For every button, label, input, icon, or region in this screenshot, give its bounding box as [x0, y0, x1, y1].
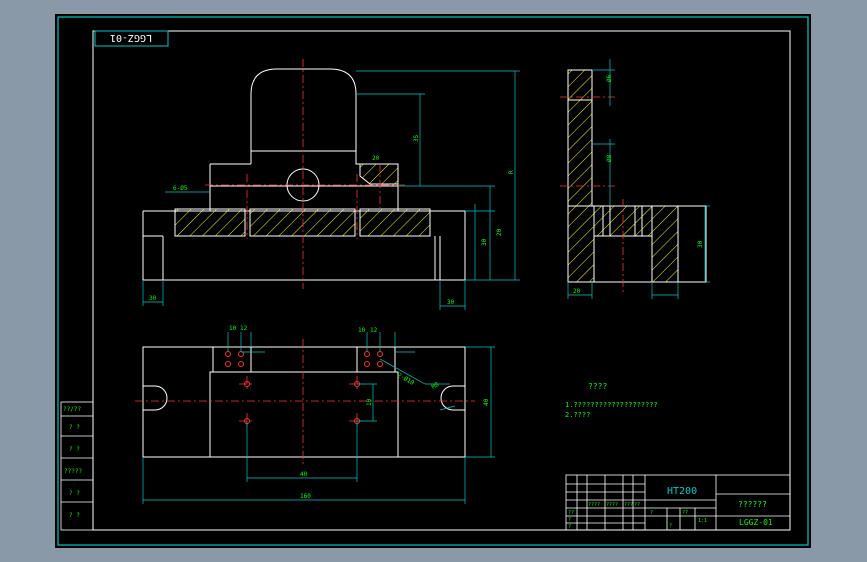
top-dim-160: 160 — [300, 493, 311, 500]
tb-cell-9: 1:1 — [698, 518, 707, 524]
tb-cell-5: ?? — [568, 510, 574, 516]
notes-line-2: 2.???? — [565, 411, 590, 419]
tb-cell-4: ?? — [634, 502, 640, 508]
top-dim-12b: 12 — [370, 327, 378, 334]
strip-label-6: ? ? — [69, 512, 80, 519]
dim-label-r: R — [508, 170, 515, 174]
sheet-border — [57, 16, 809, 546]
front-outline — [142, 68, 466, 281]
tb-cell-10: ?? — [682, 510, 688, 516]
top-dim-40a: 40 — [300, 471, 308, 478]
top-dim-40b: 40 — [483, 398, 490, 406]
top-dim-10c: 10 — [366, 398, 373, 406]
tb-cell-2: ???? — [606, 502, 618, 508]
tb-cell-1: ???? — [588, 502, 600, 508]
top-dim-10a: 10 — [229, 325, 237, 332]
side-dim-6: Ø6 — [606, 74, 613, 82]
top-centerlines — [135, 339, 475, 464]
dim-label-holes: 6-Ø5 — [173, 185, 188, 192]
title-material: HT200 — [667, 486, 697, 497]
tb-cell-7: ? — [568, 524, 571, 530]
side-view[interactable]: Ø6 Ø8 30 20 — [560, 59, 710, 299]
notes-heading: ???? — [588, 382, 607, 391]
top-dim-holes: 2-Ø10 — [396, 372, 415, 387]
top-outline — [142, 346, 466, 458]
cad-viewport[interactable]: LGGZ-01 ??/?? ? ? ? ? ????? ? ? ? ? R 35… — [0, 0, 867, 562]
strip-label-4: ????? — [64, 468, 82, 475]
strip-label-1: ??/?? — [63, 406, 81, 413]
side-dim-8: Ø8 — [606, 154, 613, 162]
left-strip-table — [60, 401, 94, 531]
dim-label-20a: 20 — [496, 228, 503, 236]
tb-cell-3: ??? — [624, 502, 633, 508]
side-dim-20: 20 — [573, 288, 581, 295]
technical-notes: ???? 1.???????????????????? 2.???? — [565, 382, 658, 419]
top-dim-10b: 10 — [358, 327, 366, 334]
front-view[interactable]: R 35 20 30 30 30 6-Ø5 20 — [142, 59, 520, 310]
dim-label-30b: 30 — [149, 295, 157, 302]
drawing-canvas[interactable]: LGGZ-01 ??/?? ? ? ? ? ????? ? ? ? ? R 35… — [55, 14, 811, 548]
front-dimensions — [142, 70, 520, 310]
title-block[interactable]: HT200 ?????? LGGZ-01 ???? ???? ??? ?? ??… — [565, 474, 791, 531]
strip-label-3: ? ? — [69, 446, 80, 453]
top-dim-m8: M8 — [431, 381, 441, 391]
side-dim-30: 30 — [697, 240, 704, 248]
dim-label-30a: 30 — [481, 238, 488, 246]
tb-cell-8: ? — [650, 510, 653, 516]
top-view[interactable]: 10 12 10 12 2-Ø10 M8 40 40 10 160 — [135, 325, 495, 504]
title-drawing-code: LGGZ-01 — [739, 518, 773, 527]
code-stamp-text: LGGZ-01 — [110, 32, 152, 43]
front-section-hatch — [174, 163, 431, 237]
dim-label-30c: 30 — [447, 299, 455, 306]
title-part-name: ?????? — [738, 500, 767, 509]
code-stamp: LGGZ-01 — [94, 30, 169, 47]
strip-label-2: ? ? — [69, 424, 80, 431]
top-dim-12a: 12 — [240, 325, 248, 332]
tb-cell-6: ? — [568, 517, 571, 523]
dim-label-35: 35 — [413, 134, 420, 142]
top-holes — [225, 351, 383, 424]
tb-cell-11: ? — [669, 523, 672, 529]
dim-label-20b: 20 — [372, 155, 380, 162]
notes-line-1: 1.???????????????????? — [565, 401, 658, 409]
top-dimensions — [142, 332, 495, 504]
strip-label-5: ? ? — [69, 490, 80, 497]
